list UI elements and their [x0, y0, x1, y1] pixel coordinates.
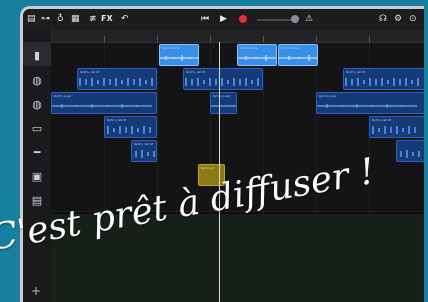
waveform	[135, 150, 155, 158]
audio-region[interactable]: Ryhm_cell 0f	[77, 68, 157, 90]
volume-knob[interactable]	[291, 15, 299, 23]
mixer-icon[interactable]: ≢	[89, 14, 97, 24]
region-label: Ryhm_cell 0f	[186, 70, 206, 74]
drum-machine-icon[interactable]: ▤	[27, 193, 47, 207]
audio-region[interactable]: Ryhm_cell 0f	[183, 68, 263, 90]
undo-icon[interactable]: ↶	[121, 14, 129, 24]
settings-icon[interactable]: ⚙	[394, 14, 402, 24]
waveform	[279, 55, 317, 61]
loop-browser-icon[interactable]: ☊	[379, 14, 387, 24]
waveform	[400, 150, 420, 158]
timeline-ruler[interactable]	[51, 30, 424, 43]
instrument-view-icon[interactable]: ⊶	[41, 14, 50, 24]
drum-kit-icon[interactable]: ◍	[27, 73, 47, 87]
audio-region[interactable]: Ryhm_Loop	[51, 92, 157, 114]
playhead[interactable]	[219, 42, 220, 302]
audio-region[interactable]: Ryhm_cell 0f	[343, 68, 424, 90]
metronome-icon[interactable]: ⚠	[305, 14, 313, 24]
keyboard-icon[interactable]: ▭	[27, 121, 47, 135]
audio-region[interactable]: Ryhm_Loop	[316, 92, 424, 114]
audio-region[interactable]: Ryhm_cell 0f	[104, 116, 157, 138]
waveform	[107, 126, 151, 134]
ruler-tick	[369, 36, 370, 42]
grid-view-icon[interactable]: ▦	[71, 14, 80, 24]
guitar-icon[interactable]: ━	[27, 145, 47, 159]
track-view-icon[interactable]: ▮	[27, 48, 47, 62]
waveform	[238, 55, 276, 61]
ruler-tick	[210, 36, 211, 42]
add-track-icon[interactable]: +	[31, 284, 41, 298]
audio-region[interactable]: Ryhm_cell 0f	[131, 140, 157, 162]
audio-region[interactable]: Ryhm Daire	[159, 44, 199, 66]
ruler-tick	[263, 36, 264, 42]
region-label: Ryhm_cell 0f	[346, 70, 366, 74]
go-to-start-icon[interactable]: ⏮	[201, 14, 209, 24]
waveform	[211, 105, 236, 107]
drummer-icon[interactable]: ◍	[27, 97, 47, 111]
waveform	[185, 78, 259, 86]
region-label: Ryhm_Loop	[319, 94, 337, 98]
ruler-tick	[157, 36, 158, 42]
waveform	[345, 78, 419, 86]
audio-region[interactable]	[396, 140, 424, 162]
region-label: Ryhm_Loop	[213, 94, 231, 98]
region-label: Ryhm_cell 0f	[80, 70, 100, 74]
region-label: Ryhm Daire	[281, 46, 299, 50]
audio-region[interactable]: Ryhm_cell 0f	[369, 116, 424, 138]
play-icon[interactable]: ▶	[220, 14, 227, 24]
record-button[interactable]	[239, 15, 247, 23]
region-label: Ryhm_Loop	[54, 94, 72, 98]
waveform	[79, 78, 153, 86]
region-label: Ryhm Daire	[240, 46, 258, 50]
region-label: Ryhm_Ar	[201, 166, 215, 170]
audio-region[interactable]: Ryhm Daire	[237, 44, 277, 66]
help-icon[interactable]: ⊙	[409, 14, 417, 24]
control-bar: ▤ ⊶ ♁ ▦ ≢ FX ↶ ⏮ ▶ ⚠ ☊ ⚙ ⊙	[23, 9, 424, 31]
audio-region[interactable]: Ryhm_Loop	[210, 92, 237, 114]
amp-icon[interactable]: ▣	[27, 169, 47, 183]
waveform	[372, 126, 416, 134]
track-headers: ▮ ◍ ◍ ▭ ━ ▣ ▤ +	[23, 30, 52, 302]
ruler-tick	[316, 36, 317, 42]
region-label: Ryhm Daire	[162, 46, 180, 50]
region-label: Ryhm_cell 0f	[372, 118, 392, 122]
audio-region[interactable]: Ryhm Daire	[278, 44, 318, 66]
ruler-tick	[104, 36, 105, 42]
region-label: Ryhm_cell 0f	[134, 142, 154, 146]
waveform	[52, 104, 152, 108]
region-label: Ryhm_cell 0f	[107, 118, 127, 122]
waveform	[160, 55, 198, 61]
fx-button[interactable]: FX	[101, 14, 113, 24]
waveform	[317, 104, 417, 108]
my-songs-icon[interactable]: ▤	[27, 14, 36, 24]
microphone-icon[interactable]: ♁	[57, 14, 64, 24]
